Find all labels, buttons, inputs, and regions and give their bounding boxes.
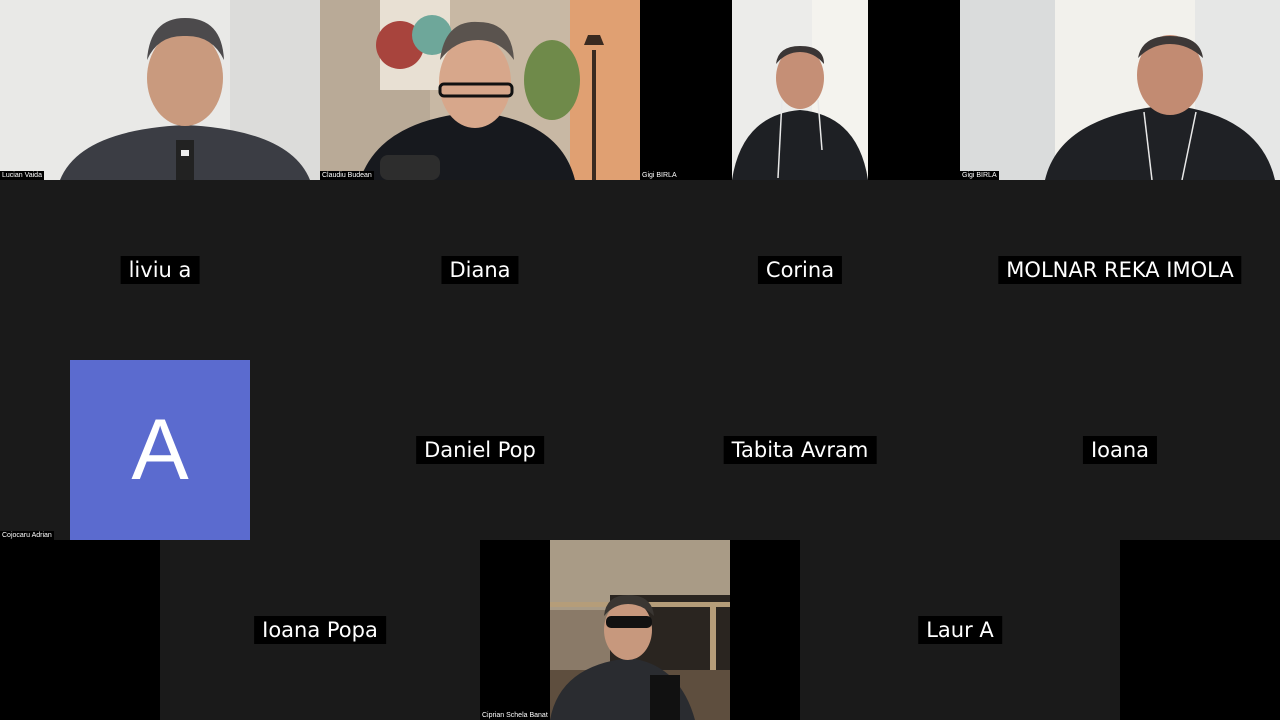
video-feed-gigi-2 (960, 0, 1280, 180)
participant-tile-gigi-2[interactable]: Gigi BIRLA (960, 0, 1280, 180)
participant-tile-liviu[interactable]: liviu a (0, 180, 320, 360)
video-feed-gigi-1 (732, 0, 868, 180)
participant-name-ioana-popa: Ioana Popa (254, 616, 386, 644)
participant-tile-cojocaru[interactable]: A Cojocaru Adrian (0, 360, 320, 540)
participant-tile-ioana-popa[interactable]: Ioana Popa (160, 540, 480, 720)
video-feed-claudiu (320, 0, 640, 180)
participant-tile-ioana[interactable]: Ioana (960, 360, 1280, 540)
participant-tile-ciprian[interactable]: Ciprian Schela Banat (480, 540, 800, 720)
video-feed-lucian (0, 0, 320, 180)
participant-name-laur: Laur A (918, 616, 1002, 644)
participant-name-ioana: Ioana (1082, 436, 1158, 464)
empty-slot-right (1120, 540, 1280, 720)
participant-tile-lucian[interactable]: Lucian Vaida (0, 0, 320, 180)
participant-name-gigi-1: Gigi BIRLA (640, 171, 679, 180)
participant-name-gigi-2: Gigi BIRLA (960, 171, 999, 180)
participant-tile-corina[interactable]: Corina (640, 180, 960, 360)
participant-name-claudiu: Claudiu Budean (320, 171, 374, 180)
avatar: A (70, 360, 250, 540)
participant-name-corina: Corina (757, 256, 843, 284)
participant-tile-claudiu[interactable]: Claudiu Budean (320, 0, 640, 180)
video-feed-ciprian (550, 540, 730, 720)
participant-name-diana: Diana (441, 256, 519, 284)
participant-name-lucian: Lucian Vaida (0, 171, 44, 180)
participant-tile-tabita[interactable]: Tabita Avram (640, 360, 960, 540)
avatar-initial: A (131, 401, 189, 498)
participant-tile-gigi-1[interactable]: Gigi BIRLA (640, 0, 960, 180)
participant-tile-molnar[interactable]: MOLNAR REKA IMOLA (960, 180, 1280, 360)
empty-slot-left (0, 540, 160, 720)
participant-name-liviu: liviu a (120, 256, 200, 284)
participant-tile-diana[interactable]: Diana (320, 180, 640, 360)
participant-name-tabita: Tabita Avram (723, 436, 877, 464)
participant-name-daniel: Daniel Pop (416, 436, 544, 464)
participant-name-ciprian: Ciprian Schela Banat (480, 711, 550, 720)
participant-tile-daniel[interactable]: Daniel Pop (320, 360, 640, 540)
participant-name-molnar: MOLNAR REKA IMOLA (998, 256, 1242, 284)
participant-name-cojocaru: Cojocaru Adrian (0, 531, 54, 540)
participant-tile-laur[interactable]: Laur A (800, 540, 1120, 720)
